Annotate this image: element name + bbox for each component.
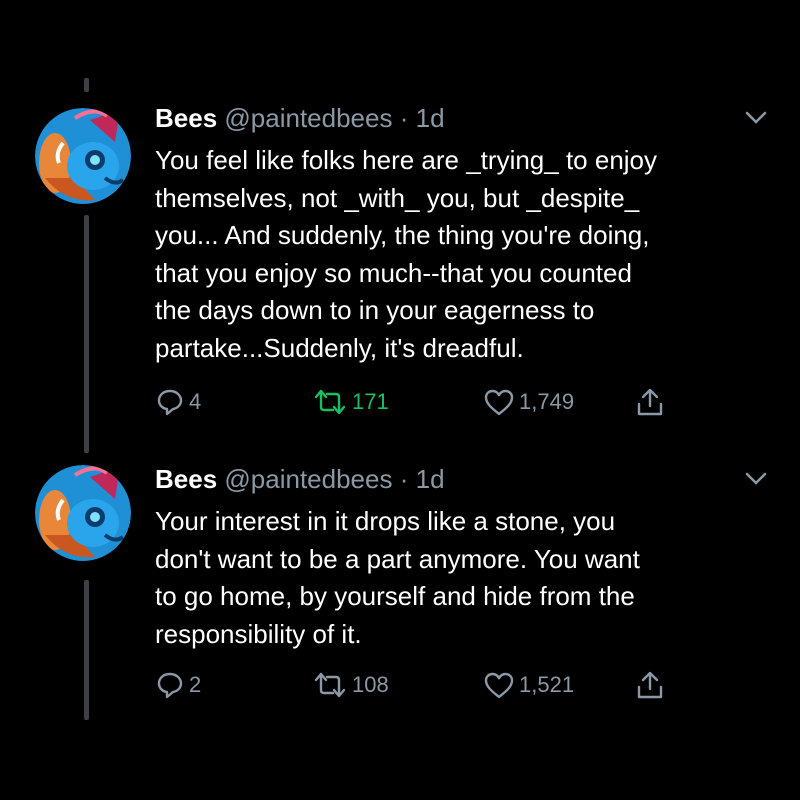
retweet-icon bbox=[314, 672, 346, 698]
share-button[interactable] bbox=[635, 668, 665, 702]
tweet-text: Your interest in it drops like a stone, … bbox=[155, 506, 640, 649]
share-icon bbox=[637, 671, 663, 699]
reply-count: 2 bbox=[189, 672, 202, 697]
like-button[interactable]: 1,521 bbox=[483, 668, 574, 702]
tweet-header: Bees @paintedbees · 1d bbox=[155, 464, 445, 494]
avatar[interactable] bbox=[35, 465, 131, 561]
tweet[interactable]: Bees @paintedbees · 1d Your interest in … bbox=[0, 0, 800, 800]
like-icon bbox=[484, 672, 514, 699]
user-handle[interactable]: @paintedbees bbox=[224, 464, 392, 494]
reply-icon bbox=[157, 672, 183, 699]
timestamp[interactable]: 1d bbox=[416, 464, 445, 494]
separator: · bbox=[399, 464, 409, 494]
retweet-count: 108 bbox=[352, 672, 389, 697]
reply-button[interactable]: 2 bbox=[155, 668, 201, 702]
like-count: 1,521 bbox=[519, 672, 575, 697]
tweet-actions: 2 108 1,521 bbox=[155, 668, 695, 702]
display-name[interactable]: Bees bbox=[155, 464, 217, 494]
retweet-button[interactable]: 108 bbox=[312, 668, 389, 702]
chevron-down-icon[interactable] bbox=[744, 471, 768, 487]
